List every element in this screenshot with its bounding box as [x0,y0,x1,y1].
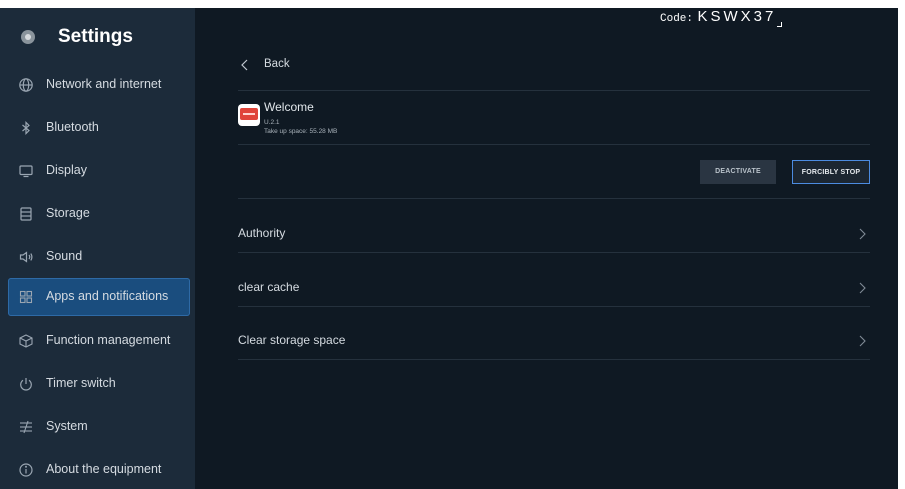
sidebar-item-system[interactable]: System [8,408,190,446]
speaker-icon [18,249,34,265]
chevron-right-icon [858,334,866,347]
sidebar-item-label: About the equipment [46,462,162,476]
sidebar: Settings Network and internet Bluetooth … [0,8,195,489]
divider [238,252,870,253]
chevron-right-icon [858,281,866,294]
sidebar-item-label: Bluetooth [46,120,99,134]
sidebar-item-label: Apps and notifications [46,289,169,303]
app-logo [240,108,258,120]
sidebar-item-bluetooth[interactable]: Bluetooth [8,109,190,147]
divider [238,359,870,360]
sidebar-title: Settings [58,26,133,47]
sidebar-header: Settings [0,8,195,62]
settings-screen: Settings Network and internet Bluetooth … [0,8,898,489]
bluetooth-icon [18,120,34,136]
sidebar-item-network[interactable]: Network and internet [8,66,190,104]
sidebar-item-sound[interactable]: Sound [8,238,190,276]
chevron-left-icon [240,58,250,72]
row-label: Authority [238,226,286,240]
app-icon [238,104,260,126]
sidebar-item-label: Network and internet [46,77,162,91]
sidebar-item-about[interactable]: About the equipment [8,451,190,489]
app-storage-size: Take up space: 55.28 MB [264,128,338,135]
storage-icon [18,206,34,222]
power-icon [18,376,34,392]
apps-grid-icon [18,289,34,305]
row-label: Clear storage space [238,333,346,347]
chevron-right-icon [858,227,866,240]
divider [238,198,870,199]
device-code: Code: KSWX37 [660,8,783,27]
cube-icon [18,333,34,349]
sidebar-item-label: Display [46,163,87,177]
info-icon [18,462,34,478]
sidebar-item-display[interactable]: Display [8,152,190,190]
app-version: U.2.1 [264,119,280,126]
sidebar-item-label: Sound [46,249,83,263]
sidebar-item-timer-switch[interactable]: Timer switch [8,365,190,403]
divider [238,90,870,91]
sidebar-item-storage[interactable]: Storage [8,195,190,233]
sliders-icon [18,419,34,435]
force-stop-button[interactable]: FORCIBLY STOP [792,160,870,184]
sidebar-item-label: Storage [46,206,90,220]
sidebar-item-label: Function management [46,333,171,347]
device-code-value: KSWX37 [697,8,777,25]
sidebar-item-label: Timer switch [46,376,116,390]
row-label: clear cache [238,280,300,294]
device-code-label: Code: [660,13,694,25]
settings-gear-icon [21,30,35,44]
back-label: Back [264,58,290,70]
globe-icon [18,77,34,93]
sidebar-item-apps[interactable]: Apps and notifications [8,278,190,316]
divider [238,306,870,307]
monitor-icon [18,163,34,179]
app-name: Welcome [264,100,314,114]
corner-mark-icon [777,22,783,27]
divider [238,144,870,145]
deactivate-button[interactable]: DEACTIVATE [700,160,776,184]
sidebar-item-label: System [46,419,88,433]
sidebar-item-function-management[interactable]: Function management [8,322,190,360]
